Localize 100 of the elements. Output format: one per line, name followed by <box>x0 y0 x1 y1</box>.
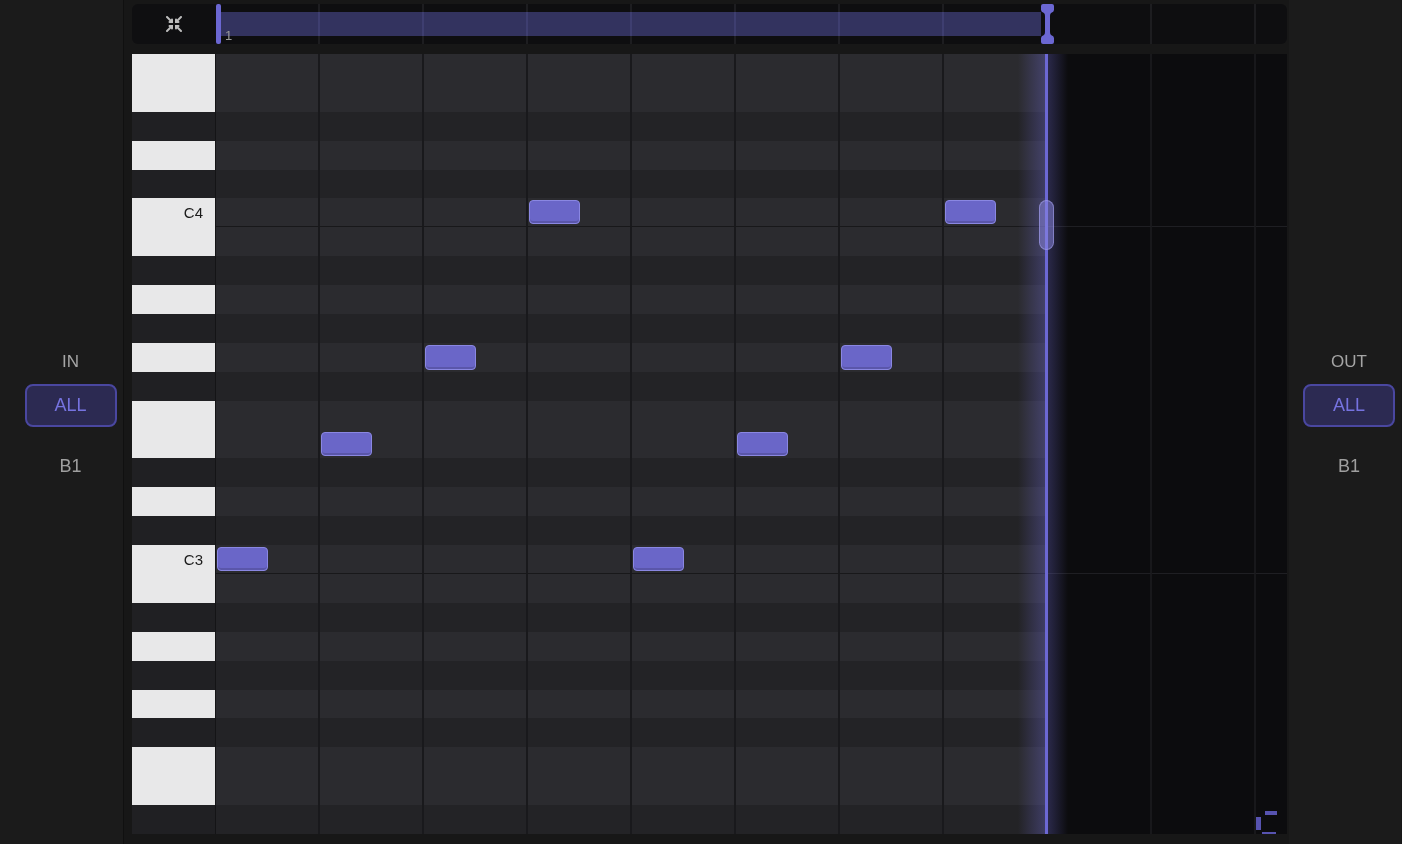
grid-cell[interactable] <box>840 371 944 401</box>
piano-key[interactable] <box>132 140 216 170</box>
sharp-key[interactable] <box>132 111 216 141</box>
grid-cell[interactable] <box>1048 54 1152 83</box>
grid-cell[interactable] <box>944 256 1048 286</box>
grid-cell[interactable] <box>840 198 944 228</box>
grid-cell[interactable] <box>944 545 1048 575</box>
grid-cell[interactable] <box>736 429 840 459</box>
grid-cell[interactable] <box>944 805 1048 835</box>
grid-cell[interactable] <box>216 805 320 835</box>
grid-cell[interactable] <box>216 82 320 112</box>
grid-cell[interactable] <box>944 169 1048 199</box>
grid-cell[interactable] <box>320 342 424 372</box>
grid-cell[interactable] <box>528 805 632 835</box>
sharp-key[interactable] <box>132 602 216 632</box>
note-block[interactable] <box>945 200 996 225</box>
piano-key[interactable] <box>132 631 216 661</box>
note-block[interactable] <box>425 344 476 370</box>
sharp-key[interactable] <box>132 256 216 286</box>
grid-cell[interactable] <box>1048 574 1152 603</box>
grid-cell[interactable] <box>840 805 944 835</box>
grid-cell[interactable] <box>840 342 944 372</box>
grid-cell[interactable] <box>944 747 1048 777</box>
loop-start-handle[interactable] <box>216 4 221 44</box>
grid-cell[interactable] <box>216 516 320 546</box>
grid-cell[interactable] <box>216 747 320 777</box>
grid-cell[interactable] <box>424 342 528 372</box>
piano-key[interactable]: C3 <box>132 545 216 575</box>
grid-cell[interactable] <box>944 400 1048 430</box>
grid-cell[interactable] <box>216 140 320 170</box>
note-block[interactable] <box>321 431 372 457</box>
sharp-key[interactable] <box>132 371 216 401</box>
sharp-key[interactable] <box>132 516 216 546</box>
grid-cell[interactable] <box>216 776 320 806</box>
sharp-key[interactable] <box>132 660 216 690</box>
piano-key[interactable] <box>132 487 216 517</box>
grid-cell[interactable] <box>216 314 320 343</box>
grid-cell[interactable] <box>944 198 1048 228</box>
grid-cell[interactable] <box>216 487 320 517</box>
grid-cell[interactable] <box>632 429 736 459</box>
grid-cell[interactable] <box>216 718 320 748</box>
grid-cell[interactable] <box>840 54 944 83</box>
grid-cell[interactable] <box>632 516 736 546</box>
grid-cell[interactable] <box>736 805 840 835</box>
piano-key[interactable] <box>132 429 216 459</box>
grid-cell[interactable] <box>632 545 736 575</box>
piano-key[interactable] <box>132 776 216 806</box>
grid-cell[interactable] <box>944 602 1048 632</box>
grid-cell[interactable] <box>216 631 320 661</box>
loop-end-handle[interactable] <box>1041 4 1054 44</box>
grid-cell[interactable] <box>216 400 320 430</box>
grid-cell[interactable] <box>216 602 320 632</box>
grid-cell[interactable] <box>424 198 528 228</box>
grid-cell[interactable] <box>944 718 1048 748</box>
grid-cell[interactable] <box>944 487 1048 517</box>
grid-cell[interactable] <box>216 660 320 690</box>
piano-key[interactable] <box>132 400 216 430</box>
grid-cell[interactable] <box>944 631 1048 661</box>
grid-cell[interactable] <box>424 805 528 835</box>
grid-cell[interactable] <box>944 227 1048 257</box>
timeline-ruler[interactable]: 1 <box>216 4 1287 44</box>
grid-cell[interactable] <box>632 54 736 83</box>
grid-cell[interactable] <box>216 227 320 257</box>
grid-cell[interactable] <box>944 776 1048 806</box>
grid-cell[interactable] <box>216 458 320 488</box>
note-block[interactable] <box>529 200 580 225</box>
grid-cell[interactable] <box>944 574 1048 603</box>
grid-cell[interactable] <box>216 429 320 459</box>
grid-cell[interactable] <box>944 285 1048 314</box>
grid-cell[interactable] <box>424 54 528 83</box>
grid-cell[interactable] <box>944 314 1048 343</box>
note-block[interactable] <box>217 547 268 572</box>
grid-cell[interactable] <box>1048 198 1152 228</box>
grid-cell[interactable] <box>320 429 424 459</box>
note-block[interactable] <box>633 547 684 572</box>
grid-cell[interactable] <box>944 342 1048 372</box>
loop-end-marker[interactable] <box>1018 54 1068 834</box>
grid-cell[interactable] <box>944 429 1048 459</box>
piano-key[interactable] <box>132 342 216 372</box>
grid-cell[interactable] <box>944 516 1048 546</box>
grid-cell[interactable] <box>320 805 424 835</box>
loop-end-grip[interactable] <box>1039 200 1054 250</box>
grid-cell[interactable] <box>216 574 320 603</box>
grid-cell[interactable] <box>216 285 320 314</box>
grid-cell[interactable] <box>1048 545 1152 575</box>
grid-cell[interactable] <box>528 54 632 83</box>
grid-cell[interactable] <box>944 371 1048 401</box>
sharp-key[interactable] <box>132 718 216 748</box>
grid-cell[interactable] <box>216 545 320 575</box>
grid-cell[interactable] <box>944 82 1048 112</box>
grid-cell[interactable] <box>944 140 1048 170</box>
grid-cell[interactable] <box>1048 227 1152 257</box>
grid-cell[interactable] <box>528 545 632 575</box>
grid-cell[interactable] <box>216 371 320 401</box>
grid-cell[interactable] <box>1048 805 1152 835</box>
grid-cell[interactable] <box>528 169 632 199</box>
grid-cell[interactable] <box>944 54 1048 83</box>
note-block[interactable] <box>841 344 892 370</box>
grid-cell[interactable] <box>216 111 320 141</box>
grid-cell[interactable] <box>216 256 320 286</box>
